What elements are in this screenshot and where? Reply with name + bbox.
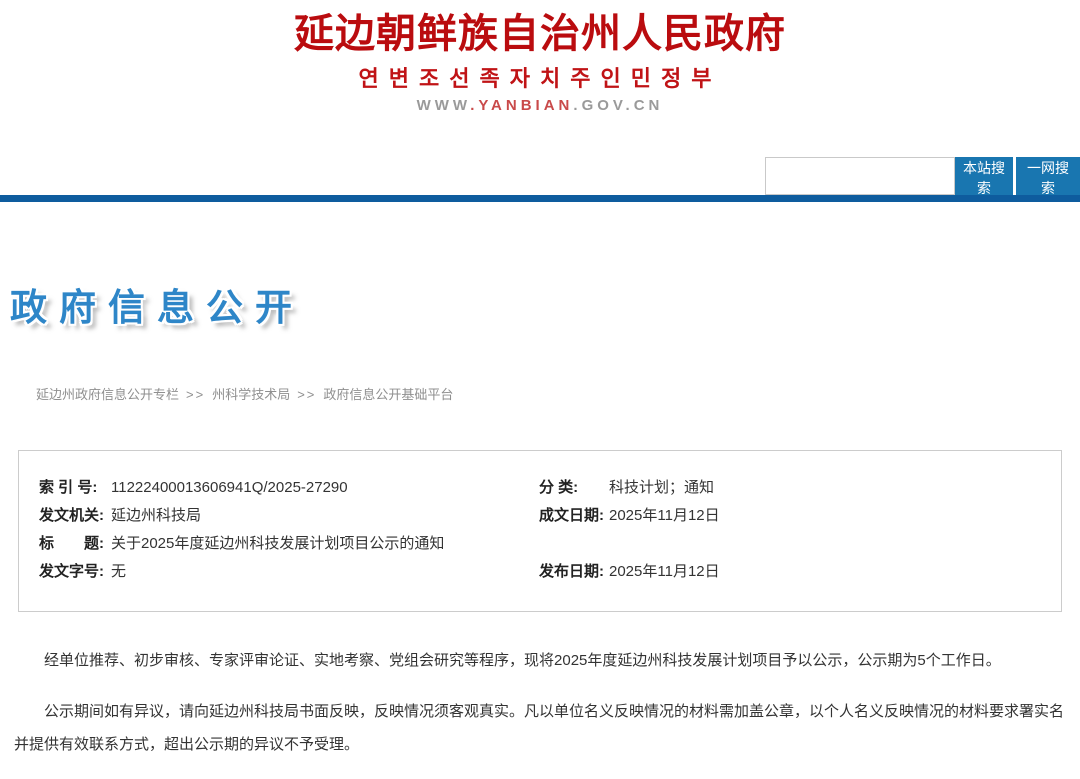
meta-value-issuing-agency: 延边州科技局 [111,502,539,530]
meta-value-index-number: 11222400013606941Q/2025-27290 [111,474,539,502]
site-search-button[interactable]: 本站搜索 [955,157,1013,195]
header-divider [0,195,1080,202]
breadcrumb-item-basic-platform[interactable]: 政府信息公开基础平台 [323,387,453,402]
notice-paragraph-1: 经单位推荐、初步审核、专家评审论证、实地考察、党组会研究等程序，现将2025年度… [14,644,1066,677]
site-url: WWW.YANBIAN.GOV.CN [0,97,1080,114]
meta-value-category: 科技计划；通知 [609,474,1061,502]
search-bar: 本站搜索 一网搜索 [765,157,1080,195]
meta-label-category: 分 类: [539,474,609,502]
breadcrumb-item-gov-info-column[interactable]: 延边州政府信息公开专栏 [36,387,179,402]
meta-label-issuing-agency: 发文机关: [39,502,111,530]
section-title: 政府信息公开 [10,277,304,331]
meta-label-doc-number: 发文字号: [39,558,111,586]
meta-label-index-number: 索 引 号: [39,474,111,502]
breadcrumb-item-science-bureau[interactable]: 州科学技术局 [212,387,290,402]
meta-label-date-written: 成文日期: [539,502,609,530]
breadcrumb-separator: >> [186,387,205,402]
meta-value-empty [609,530,1061,558]
meta-value-doc-title: 关于2025年度延边州科技发展计划项目公示的通知 [111,530,539,558]
search-input[interactable] [765,157,955,195]
site-url-prefix: WWW [417,97,471,114]
notice-body: 经单位推荐、初步审核、专家评审论证、实地考察、党组会研究等程序，现将2025年度… [14,644,1066,779]
site-url-suffix: .GOV.CN [573,97,663,114]
meta-label-date-published: 发布日期: [539,558,609,586]
site-title-korean: 연변조선족자치주인민정부 [0,61,1080,93]
document-meta-box: 索 引 号: 11222400013606941Q/2025-27290 分 类… [18,450,1062,612]
site-title: 延边朝鲜族自治州人民政府 [0,12,1080,57]
meta-value-doc-number: 无 [111,558,539,586]
document-meta-grid: 索 引 号: 11222400013606941Q/2025-27290 分 类… [39,474,1061,586]
masthead: 延边朝鲜族自治州人民政府 연변조선족자치주인민정부 WWW.YANBIAN.GO… [0,0,1080,114]
breadcrumb-separator: >> [297,387,316,402]
breadcrumb: 延边州政府信息公开专栏 >> 州科学技术局 >> 政府信息公开基础平台 [36,384,453,403]
notice-paragraph-2: 公示期间如有异议，请向延边州科技局书面反映，反映情况须客观真实。凡以单位名义反映… [14,695,1066,761]
meta-label-empty [539,530,609,558]
meta-value-date-published: 2025年11月12日 [609,558,1061,586]
meta-value-date-written: 2025年11月12日 [609,502,1061,530]
site-url-highlight: .YANBIAN [470,97,573,114]
web-search-button[interactable]: 一网搜索 [1016,157,1080,195]
meta-label-doc-title: 标 题: [39,530,111,558]
